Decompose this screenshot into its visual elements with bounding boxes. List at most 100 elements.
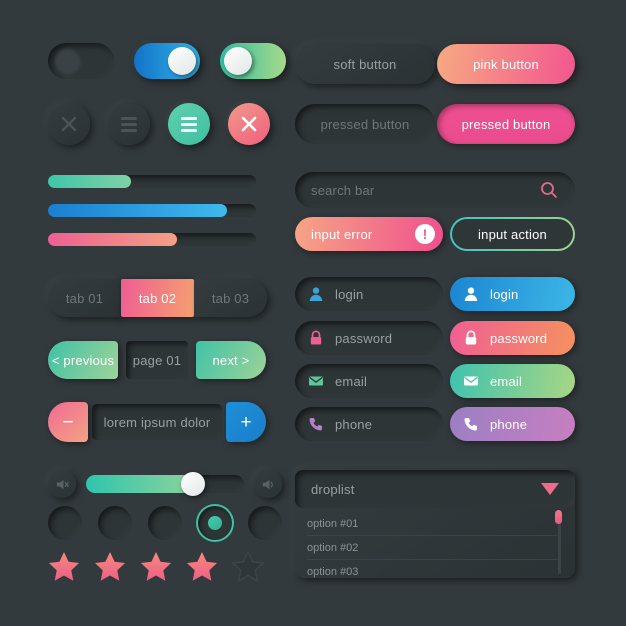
stepper-value: lorem ipsum dolor: [103, 414, 211, 430]
stepper: − lorem ipsum dolor +: [48, 402, 266, 442]
input-error-label: input error: [311, 226, 373, 242]
radio-2[interactable]: [98, 506, 132, 540]
pressed-pink-button[interactable]: pressed button: [437, 104, 575, 144]
ui-kit-canvas: tab 01 tab 02 tab 03 < previous page 01 …: [0, 0, 626, 626]
left-column: tab 01 tab 02 tab 03 < previous page 01 …: [0, 0, 286, 626]
close-icon-button-dark[interactable]: [48, 103, 90, 145]
progress-pink[interactable]: [48, 233, 256, 246]
pink-button[interactable]: pink button: [437, 44, 575, 84]
radio-3[interactable]: [148, 506, 182, 540]
pagination: < previous page 01 next >: [48, 341, 266, 379]
lock-icon: [462, 329, 480, 347]
toggle-blue-on[interactable]: [134, 43, 200, 79]
page-indicator: page 01: [126, 341, 188, 379]
star-icon-empty[interactable]: [229, 548, 267, 586]
progress-green[interactable]: [48, 175, 256, 188]
star-icon-filled[interactable]: [183, 548, 221, 586]
list-item[interactable]: option #03: [307, 560, 557, 584]
previous-button[interactable]: < previous: [48, 341, 118, 379]
login-field-colored[interactable]: login: [450, 277, 575, 311]
envelope-icon: [307, 372, 325, 390]
toggle-knob: [53, 47, 81, 75]
search-input[interactable]: search bar: [295, 172, 575, 208]
email-field-dark[interactable]: email: [295, 364, 443, 398]
star-icon-filled[interactable]: [137, 548, 175, 586]
previous-label: < previous: [51, 352, 115, 368]
password-label: password: [335, 330, 393, 346]
speaker-button[interactable]: [254, 470, 282, 498]
user-icon: [462, 285, 480, 303]
right-column: soft button pink button pressed button p…: [285, 0, 626, 626]
input-action[interactable]: input action: [450, 217, 575, 251]
phone-field-dark[interactable]: phone: [295, 407, 443, 441]
volume-slider[interactable]: [86, 472, 244, 496]
password-label: password: [490, 330, 548, 346]
stepper-value-field[interactable]: lorem ipsum dolor: [92, 404, 222, 440]
password-field-colored[interactable]: password: [450, 321, 575, 355]
radio-group: [48, 506, 282, 540]
phone-icon: [307, 415, 325, 433]
phone-label: phone: [490, 416, 528, 432]
pressed-pink-label: pressed button: [461, 116, 551, 132]
radio-dot: [208, 516, 222, 530]
toggle-green-on[interactable]: [220, 43, 286, 79]
input-action-label: input action: [478, 226, 547, 242]
speaker-icon: [262, 479, 273, 489]
next-label: next >: [212, 352, 250, 368]
search-icon[interactable]: [539, 180, 559, 200]
close-icon-button-pink[interactable]: [228, 103, 270, 145]
chevron-down-icon: [541, 483, 559, 495]
login-label: login: [490, 286, 519, 302]
progress-blue[interactable]: [48, 204, 256, 217]
soft-button[interactable]: soft button: [295, 44, 435, 84]
speaker-mute-icon: [56, 479, 69, 489]
slider-handle[interactable]: [180, 472, 205, 496]
radio-5[interactable]: [248, 506, 282, 540]
lock-icon: [307, 329, 325, 347]
close-icon: [61, 116, 77, 132]
toggle-group: [48, 43, 286, 79]
speaker-mute-button[interactable]: [48, 470, 76, 498]
close-icon: [241, 116, 257, 132]
phone-label: phone: [335, 416, 373, 432]
error-icon: !: [415, 224, 435, 244]
list-item[interactable]: option #02: [307, 536, 557, 560]
volume-control: [48, 470, 282, 498]
tab-label: tab 02: [138, 290, 177, 306]
next-button[interactable]: next >: [196, 341, 266, 379]
list-item[interactable]: option #01: [307, 512, 557, 536]
page-label: page 01: [132, 352, 182, 368]
toggle-off[interactable]: [48, 43, 114, 79]
phone-field-colored[interactable]: phone: [450, 407, 575, 441]
login-label: login: [335, 286, 364, 302]
tab-03[interactable]: tab 03: [194, 279, 267, 317]
password-field-dark[interactable]: password: [295, 321, 443, 355]
tab-01[interactable]: tab 01: [48, 279, 121, 317]
star-icon-filled[interactable]: [91, 548, 129, 586]
email-label: email: [335, 373, 368, 389]
tab-label: tab 03: [211, 290, 250, 306]
pressed-soft-button[interactable]: pressed button: [295, 104, 435, 144]
droplist-toggle[interactable]: droplist: [295, 470, 575, 508]
plus-icon: +: [240, 411, 252, 433]
decrement-button[interactable]: −: [48, 402, 88, 442]
progress-fill: [48, 204, 227, 217]
radio-1[interactable]: [48, 506, 82, 540]
star-icon-filled[interactable]: [45, 548, 83, 586]
tab-bar: tab 01 tab 02 tab 03: [48, 279, 267, 317]
menu-icon-button-teal[interactable]: [168, 103, 210, 145]
login-field-dark[interactable]: login: [295, 277, 443, 311]
radio-4-selected[interactable]: [198, 506, 232, 540]
progress-fill: [48, 175, 132, 188]
rating-stars: [45, 548, 267, 586]
tab-02[interactable]: tab 02: [121, 279, 194, 317]
input-error[interactable]: input error !: [295, 217, 443, 251]
progress-fill: [48, 233, 177, 246]
menu-icon-button-dark[interactable]: [108, 103, 150, 145]
minus-icon: −: [62, 411, 74, 433]
search-placeholder: search bar: [311, 182, 375, 198]
droplist-scrollbar-thumb[interactable]: [555, 510, 562, 524]
increment-button[interactable]: +: [226, 402, 266, 442]
envelope-icon: [462, 372, 480, 390]
email-field-colored[interactable]: email: [450, 364, 575, 398]
